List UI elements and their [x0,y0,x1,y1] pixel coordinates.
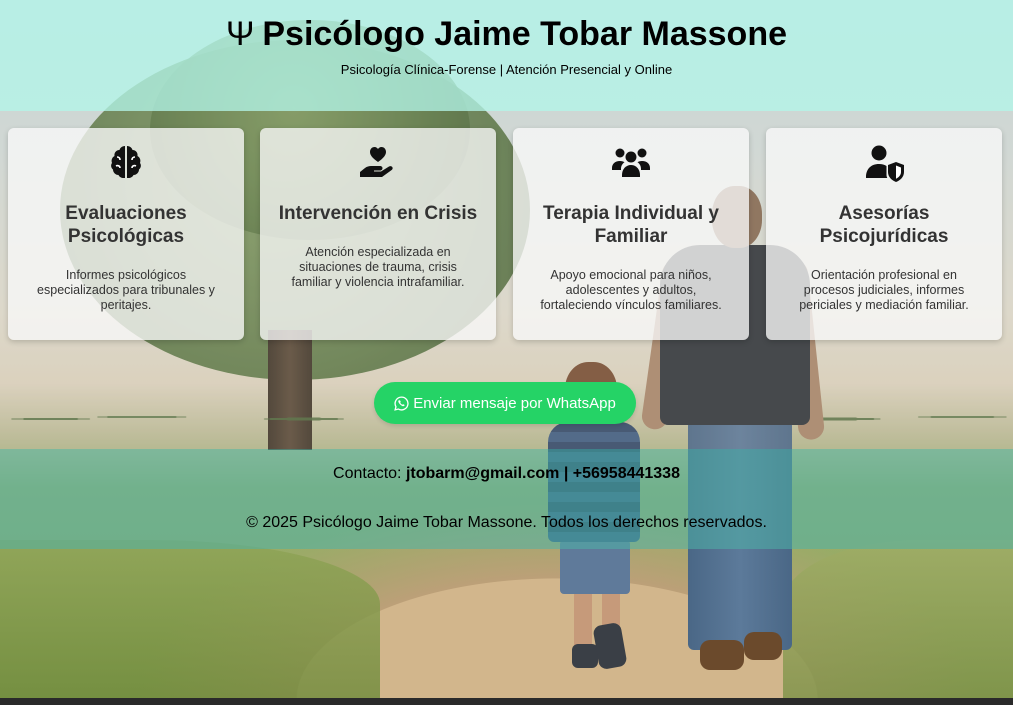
service-description: Apoyo emocional para niños, adolescentes… [540,268,722,312]
service-card-evaluaciones: Evaluaciones Psicológicas Informes psico… [8,128,244,340]
page-title-text: Psicólogo Jaime Tobar Massone [262,15,788,53]
contact-label: Contacto: [333,465,402,482]
contact-separator: | [563,465,569,482]
brain-icon [111,146,141,178]
psi-symbol: Ψ [225,15,255,53]
page-subtitle: Psicología Clínica-Forense | Atención Pr… [340,62,673,77]
whatsapp-button[interactable]: Enviar mensaje por WhatsApp [374,382,636,424]
site-footer: Contacto: jtobarm@gmail.com | +569584413… [0,449,1013,549]
service-description: Atención especializada en situaciones de… [291,245,465,289]
service-description: Orientación profesional en procesos judi… [799,268,969,312]
user-shield-icon [866,145,904,182]
contact-email[interactable]: jtobarm@gmail.com [406,465,559,482]
contact-phone[interactable]: +56958441338 [573,465,680,482]
service-description: Informes psicológicos especializados par… [37,268,215,312]
contact-line: Contacto: jtobarm@gmail.com | +569584413… [0,449,1013,483]
service-card-intervencion: Intervención en Crisis Atención especial… [260,128,496,340]
service-title: Evaluaciones Psicológicas [65,203,187,247]
page-title: Ψ Psicólogo Jaime Tobar Massone [0,0,1013,54]
copyright-text: © 2025 Psicólogo Jaime Tobar Massone. To… [246,514,767,531]
site-header: Ψ Psicólogo Jaime Tobar Massone Psicologí… [0,0,1013,111]
service-card-terapia: Terapia Individual y Familiar Apoyo emoc… [513,128,749,340]
whatsapp-icon [394,395,409,411]
service-title: Intervención en Crisis [278,203,478,224]
users-group-icon [612,148,650,177]
service-title: Asesorías Psicojurídicas [819,203,949,247]
hand-holding-heart-icon [360,147,393,177]
service-title: Terapia Individual y Familiar [543,203,719,247]
whatsapp-button-label: Enviar mensaje por WhatsApp [413,394,616,412]
service-card-asesorias: Asesorías Psicojurídicas Orientación pro… [766,128,1002,340]
bottom-edge [0,698,1013,705]
